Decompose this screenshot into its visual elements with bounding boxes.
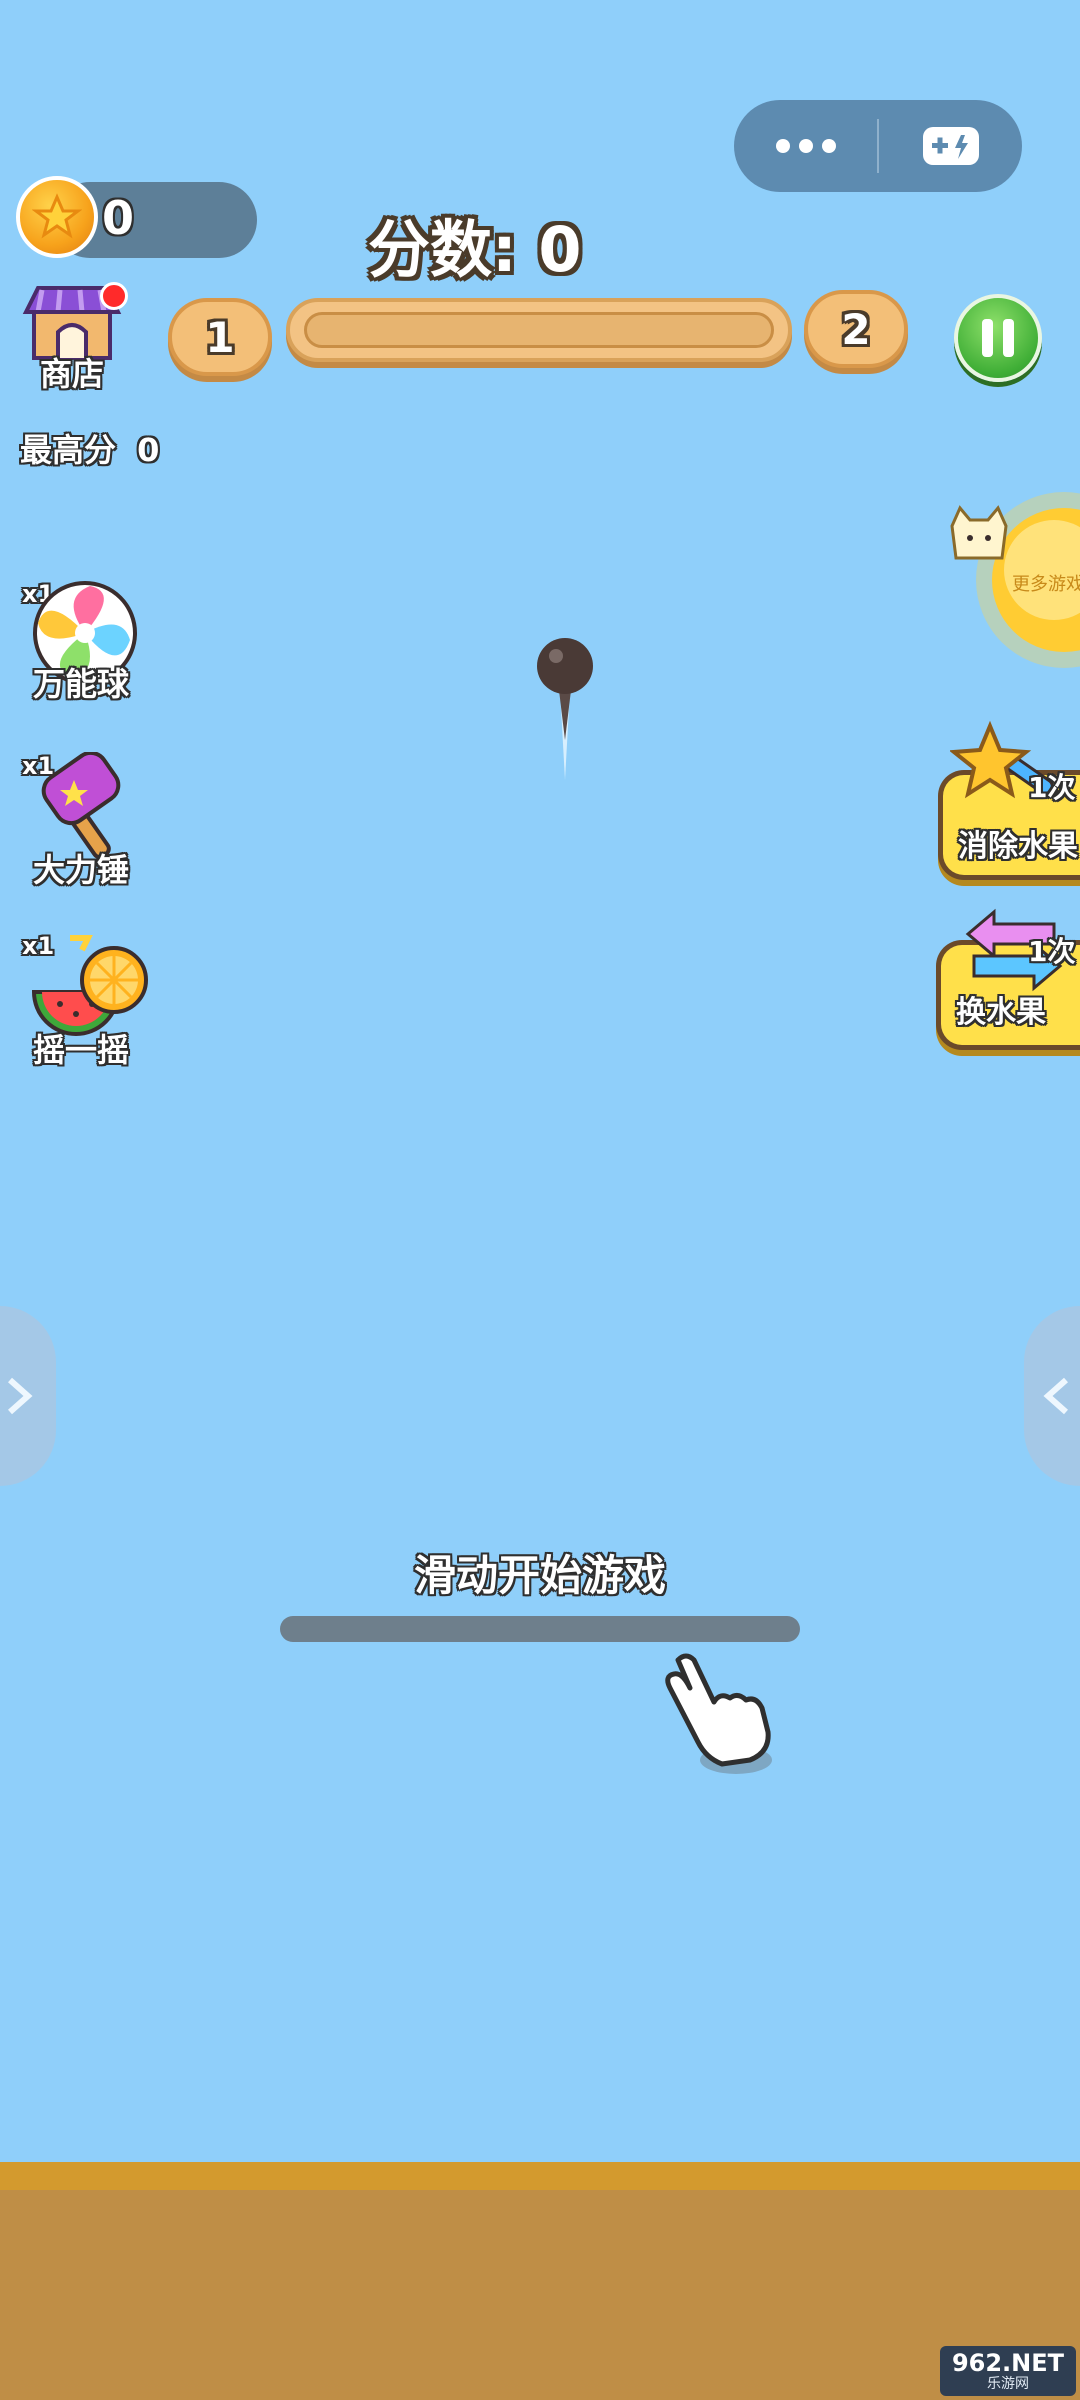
watermark-sub: 乐游网 <box>987 2376 1029 2392</box>
shop-notification-badge <box>100 282 128 310</box>
left-side-tab[interactable] <box>0 1306 56 1486</box>
hammer-icon <box>41 752 121 859</box>
powerup-label: 大力锤 <box>32 851 129 889</box>
powerup-label: 摇一摇 <box>32 1031 129 1069</box>
more-games-button[interactable]: 更多游戏 <box>944 490 1080 670</box>
chevron-right-icon <box>8 1377 33 1415</box>
remove-fruit-count: 1次 <box>1028 771 1076 804</box>
star-coin-icon <box>16 176 98 258</box>
swap-fruit-button[interactable]: 1次 换水果 <box>934 906 1080 1056</box>
cat-icon <box>950 505 1008 560</box>
pause-icon-bar <box>1003 319 1014 357</box>
best-score-label: 最高分 <box>20 431 117 469</box>
powerup-label: 万能球 <box>32 665 129 703</box>
chevron-left-icon <box>1043 1377 1068 1415</box>
swap-fruit-label: 换水果 <box>956 995 1046 1030</box>
ground-edge <box>0 2162 1080 2190</box>
more-dots-icon <box>775 139 836 153</box>
remove-fruit-button[interactable]: 1次 消除水果 <box>936 720 1080 880</box>
watermark-logo: 962.NET 乐游网 <box>940 2346 1076 2396</box>
more-button[interactable] <box>734 100 877 192</box>
swipe-hint-text: 滑动开始游戏 <box>413 1551 666 1600</box>
swap-fruit-count: 1次 <box>1028 935 1076 968</box>
score-label: 分数: 0 <box>368 213 582 286</box>
level-progress-bar <box>286 298 792 362</box>
pause-button[interactable] <box>954 294 1042 382</box>
watermark-main: 962.NET <box>951 2349 1065 2377</box>
game-center-button[interactable] <box>879 100 1022 192</box>
ground <box>0 2190 1080 2400</box>
star-icon <box>32 193 82 239</box>
hand-pointer-icon <box>665 1653 772 1774</box>
mini-program-capsule <box>734 100 1022 192</box>
fruit-icon <box>31 935 148 1036</box>
right-side-tab[interactable] <box>1024 1306 1080 1486</box>
gamepad-icon <box>922 127 979 165</box>
coin-count: 0 <box>102 191 135 245</box>
more-games-label: 更多游戏 <box>1012 574 1080 595</box>
drop-ball <box>537 638 593 780</box>
next-level-badge: 2 <box>804 290 908 368</box>
swipe-track[interactable] <box>280 1616 800 1642</box>
level-progress-track <box>304 312 774 348</box>
best-score-value: 0 <box>137 431 160 469</box>
remove-fruit-label: 消除水果 <box>958 829 1078 864</box>
best-score: 最高分 0 <box>20 428 159 472</box>
current-level-badge: 1 <box>168 298 272 376</box>
shop-label: 商店 <box>39 355 104 393</box>
pause-icon <box>982 319 993 357</box>
